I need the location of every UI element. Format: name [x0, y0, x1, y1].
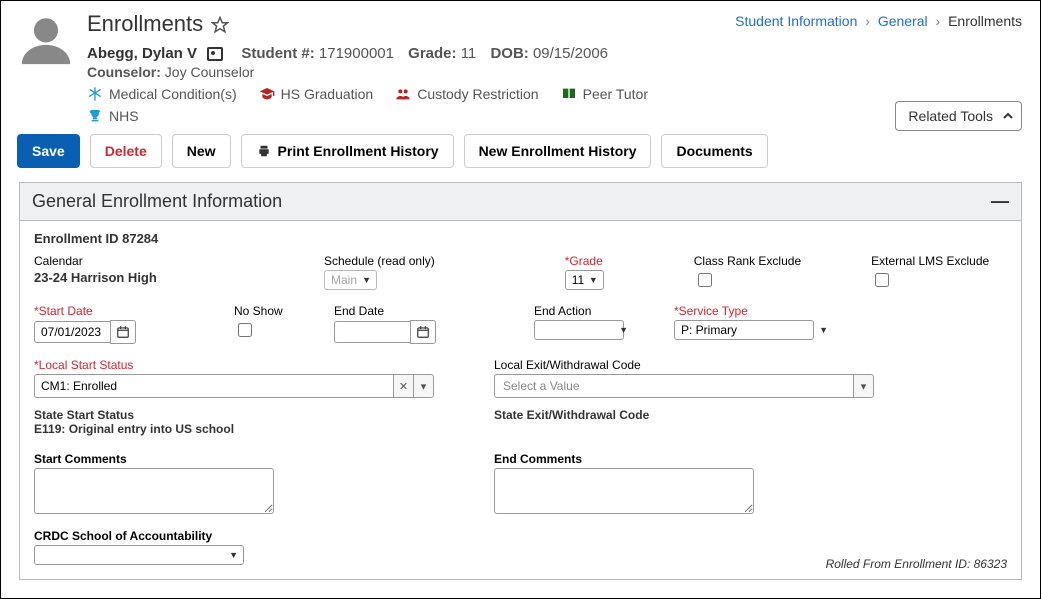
collapse-icon[interactable]: — [991, 191, 1009, 212]
avatar-icon [17, 11, 75, 69]
flag-custody-label: Custody Restriction [417, 86, 538, 102]
chevron-right-icon: › [865, 13, 870, 29]
counselor-name: Joy Counselor [165, 64, 255, 80]
flag-hs-grad-label: HS Graduation [281, 86, 374, 102]
grade-label: Grade [565, 254, 604, 268]
people-icon [395, 86, 411, 102]
student-dob: 09/15/2006 [533, 45, 608, 62]
student-number-label: Student #: [241, 45, 314, 62]
printer-icon [256, 144, 272, 158]
local-exit-combo[interactable]: Select a Value ▾ [494, 374, 874, 398]
delete-button[interactable]: Delete [90, 134, 162, 168]
panel-title: General Enrollment Information [32, 191, 282, 212]
enrollment-id: Enrollment ID 87284 [34, 231, 1007, 246]
calendar-icon[interactable] [410, 320, 436, 344]
student-name: Abegg, Dylan V [87, 45, 197, 62]
schedule-label: Schedule (read only) [324, 254, 435, 268]
action-bar: Save Delete New Print Enrollment History… [1, 124, 1040, 178]
class-rank-checkbox[interactable] [698, 273, 712, 287]
end-date-input[interactable] [334, 321, 410, 343]
chevron-up-icon [1003, 111, 1013, 121]
end-action-label: End Action [534, 304, 634, 318]
calendar-value: 23-24 Harrison High [34, 270, 284, 285]
related-tools-label: Related Tools [908, 108, 993, 124]
local-start-label: Local Start Status [34, 358, 434, 372]
local-exit-label: Local Exit/Withdrawal Code [494, 358, 874, 372]
flag-peer-tutor-label: Peer Tutor [583, 86, 648, 102]
end-comments-label: End Comments [494, 452, 754, 466]
book-icon [561, 86, 577, 102]
schedule-select: Main [324, 270, 377, 290]
local-start-combo[interactable]: ✕ ▾ [34, 374, 434, 398]
trophy-icon [87, 108, 103, 124]
flag-medical[interactable]: Medical Condition(s) [87, 86, 237, 102]
documents-button[interactable]: Documents [661, 134, 767, 168]
state-start-label: State Start Status [34, 408, 134, 422]
flag-custody[interactable]: Custody Restriction [395, 86, 538, 102]
new-button[interactable]: New [172, 134, 231, 168]
rolled-from-text: Rolled From Enrollment ID: 86323 [826, 557, 1007, 571]
student-number: 171900001 [319, 45, 394, 62]
graduation-icon [259, 86, 275, 102]
chevron-down-icon[interactable]: ▾ [413, 375, 433, 397]
flag-nhs[interactable]: NHS [87, 108, 139, 124]
local-start-input[interactable] [35, 375, 393, 397]
no-show-label: No Show [234, 304, 294, 318]
chevron-right-icon: › [936, 13, 941, 29]
start-comments-textarea[interactable] [34, 468, 274, 514]
counselor-label: Counselor: [87, 64, 161, 80]
crdc-select[interactable] [34, 545, 244, 565]
calendar-icon[interactable] [110, 320, 136, 344]
end-comments-textarea[interactable] [494, 468, 754, 514]
start-date-label: Start Date [34, 304, 194, 318]
breadcrumb: Student Information › General › Enrollme… [735, 13, 1022, 29]
start-comments-label: Start Comments [34, 452, 274, 466]
new-history-button[interactable]: New Enrollment History [464, 134, 652, 168]
clear-icon[interactable]: ✕ [393, 375, 413, 397]
student-grade: 11 [461, 45, 477, 62]
breadcrumb-general[interactable]: General [878, 13, 928, 29]
id-card-icon[interactable] [207, 47, 223, 61]
state-start-value: E119: Original entry into US school [34, 422, 234, 436]
related-tools-button[interactable]: Related Tools [895, 101, 1022, 131]
class-rank-label: Class Rank Exclude [694, 254, 801, 268]
service-type-label: Service Type [674, 304, 834, 318]
print-history-button[interactable]: Print Enrollment History [241, 134, 454, 168]
flag-peer-tutor[interactable]: Peer Tutor [561, 86, 648, 102]
flag-nhs-label: NHS [109, 108, 139, 124]
chevron-down-icon[interactable]: ▾ [853, 375, 873, 397]
lms-exclude-label: External LMS Exclude [871, 254, 989, 268]
grade-select[interactable]: 11 [565, 270, 604, 290]
start-date-input[interactable] [34, 321, 110, 343]
crdc-label: CRDC School of Accountability [34, 529, 1007, 543]
student-grade-label: Grade: [408, 45, 456, 62]
state-exit-label: State Exit/Withdrawal Code [494, 408, 649, 422]
lms-exclude-checkbox[interactable] [875, 273, 889, 287]
general-enrollment-panel: General Enrollment Information — Enrollm… [19, 182, 1022, 580]
save-button[interactable]: Save [17, 134, 80, 168]
flag-hs-grad[interactable]: HS Graduation [259, 86, 374, 102]
calendar-label: Calendar [34, 254, 284, 268]
print-history-label: Print Enrollment History [278, 143, 439, 159]
no-show-checkbox[interactable] [238, 323, 252, 337]
student-dob-label: DOB: [490, 45, 528, 62]
breadcrumb-student-info[interactable]: Student Information [735, 13, 857, 29]
breadcrumb-current: Enrollments [948, 13, 1022, 29]
page-title: Enrollments [87, 11, 203, 37]
end-action-select[interactable] [534, 320, 624, 340]
service-type-select[interactable]: P: Primary [674, 320, 814, 340]
star-icon[interactable] [211, 16, 229, 34]
end-date-label: End Date [334, 304, 474, 318]
flag-medical-label: Medical Condition(s) [109, 86, 237, 102]
local-exit-placeholder: Select a Value [495, 375, 853, 397]
asterisk-icon [87, 86, 103, 102]
